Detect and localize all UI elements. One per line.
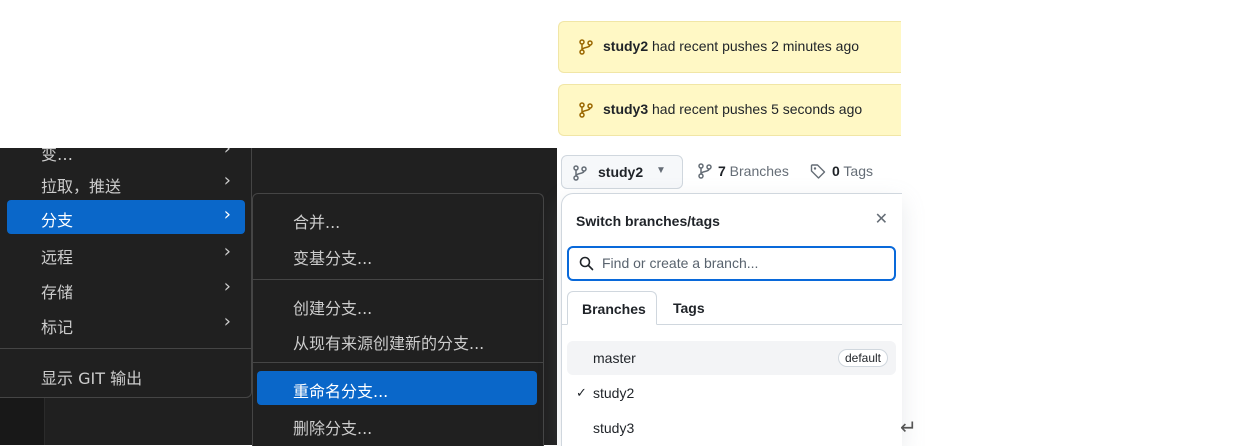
current-branch-name: study2 bbox=[598, 164, 644, 180]
menu-item-tags[interactable]: 标记 › bbox=[7, 307, 245, 341]
recent-push-banner: study2 had recent pushes 2 minutes ago bbox=[558, 21, 901, 73]
submenu-item-rename-branch[interactable]: 重命名分支... bbox=[257, 371, 537, 405]
switch-branches-dropdown: Switch branches/tags ✕ Branches Tags mas… bbox=[561, 193, 902, 446]
banner-message: had recent pushes 2 minutes ago bbox=[648, 38, 860, 54]
chevron-right-icon: › bbox=[223, 204, 231, 225]
git-branch-icon bbox=[579, 102, 593, 118]
branches-label: Branches bbox=[725, 163, 789, 179]
submenu-separator bbox=[253, 362, 543, 363]
branch-selector-button[interactable]: study2 ▼ bbox=[561, 155, 683, 189]
menu-item-branch[interactable]: 分支 › bbox=[7, 200, 245, 234]
branches-link[interactable]: 7 Branches bbox=[698, 163, 789, 179]
menu-item-changes[interactable]: 变… › bbox=[7, 148, 245, 168]
submenu-item-create-branch-from[interactable]: 从现有来源创建新的分支... bbox=[257, 323, 537, 357]
chevron-right-icon: › bbox=[223, 311, 231, 332]
git-branch-icon bbox=[579, 39, 593, 55]
branch-search-field[interactable] bbox=[567, 246, 896, 281]
tab-branches[interactable]: Branches bbox=[567, 291, 657, 325]
tag-icon bbox=[810, 164, 826, 179]
git-branch-icon bbox=[698, 163, 712, 179]
check-icon: ✓ bbox=[576, 385, 587, 400]
search-icon bbox=[579, 256, 594, 271]
git-context-menu: 变… › 拉取，推送 › 分支 › 远程 › 存储 › 标记 › 显示 GIT … bbox=[0, 148, 252, 398]
tags-count: 0 bbox=[832, 163, 840, 179]
submenu-item-label: 变基分支... bbox=[293, 249, 373, 268]
branch-list-item[interactable]: ✓ study2 bbox=[567, 376, 896, 410]
menu-item-label: 远程 bbox=[41, 248, 74, 267]
submenu-item-label: 删除分支... bbox=[293, 419, 373, 438]
branch-name: study3 bbox=[593, 420, 635, 436]
menu-item-stash[interactable]: 存储 › bbox=[7, 272, 245, 306]
dropdown-title: Switch branches/tags bbox=[576, 213, 720, 229]
banner-message: had recent pushes 5 seconds ago bbox=[648, 101, 863, 117]
branch-list-item[interactable]: study3 bbox=[567, 411, 896, 445]
return-arrow-icon: ↵ bbox=[900, 415, 917, 439]
menu-separator bbox=[0, 348, 251, 349]
tab-label: Tags bbox=[673, 300, 705, 316]
recent-push-banner: study3 had recent pushes 5 seconds ago bbox=[558, 84, 901, 136]
branch-list-item[interactable]: master default bbox=[567, 341, 896, 375]
menu-item-show-git-output[interactable]: 显示 GIT 输出 bbox=[7, 358, 245, 392]
submenu-item-create-branch[interactable]: 创建分支... bbox=[257, 288, 537, 322]
submenu-item-label: 从现有来源创建新的分支... bbox=[293, 334, 485, 353]
submenu-item-label: 合并... bbox=[293, 213, 341, 232]
submenu-item-rebase[interactable]: 变基分支... bbox=[257, 238, 537, 272]
git-branch-icon bbox=[573, 165, 587, 181]
banner-text: study3 had recent pushes 5 seconds ago bbox=[603, 101, 862, 117]
menu-item-label: 存储 bbox=[41, 283, 74, 302]
banner-branch-name[interactable]: study3 bbox=[603, 101, 648, 117]
chevron-right-icon: › bbox=[223, 276, 231, 297]
tab-tags[interactable]: Tags bbox=[659, 291, 719, 325]
default-badge: default bbox=[837, 349, 888, 367]
chevron-right-icon: › bbox=[223, 148, 231, 159]
submenu-item-delete-branch[interactable]: 删除分支... bbox=[257, 408, 537, 442]
activity-bar-strip bbox=[0, 395, 45, 445]
tab-label: Branches bbox=[582, 301, 646, 317]
close-icon[interactable]: ✕ bbox=[875, 209, 888, 229]
menu-item-label: 变… bbox=[41, 148, 74, 164]
branch-search-input[interactable] bbox=[602, 255, 882, 271]
menu-item-remote[interactable]: 远程 › bbox=[7, 237, 245, 271]
caret-down-icon: ▼ bbox=[656, 165, 666, 176]
menu-item-label: 分支 bbox=[41, 211, 74, 230]
menu-item-pull-push[interactable]: 拉取，推送 › bbox=[7, 166, 245, 200]
branches-count: 7 bbox=[718, 163, 726, 179]
menu-item-label: 标记 bbox=[41, 318, 74, 337]
chevron-right-icon: › bbox=[223, 241, 231, 262]
banner-branch-name[interactable]: study2 bbox=[603, 38, 648, 54]
banner-text: study2 had recent pushes 2 minutes ago bbox=[603, 38, 859, 54]
menu-item-label: 拉取，推送 bbox=[41, 177, 122, 196]
tags-label: Tags bbox=[839, 163, 874, 179]
tags-link[interactable]: 0 Tags bbox=[810, 163, 873, 179]
submenu-item-merge[interactable]: 合并... bbox=[257, 202, 537, 236]
branch-name: study2 bbox=[593, 385, 635, 401]
submenu-separator bbox=[253, 279, 543, 280]
branch-submenu: 合并... 变基分支... 创建分支... 从现有来源创建新的分支... 重命名… bbox=[252, 193, 544, 446]
menu-item-label: 显示 GIT 输出 bbox=[41, 369, 143, 388]
chevron-right-icon: › bbox=[223, 170, 231, 191]
submenu-item-label: 重命名分支... bbox=[293, 382, 389, 401]
branch-name: master bbox=[593, 350, 636, 366]
submenu-item-label: 创建分支... bbox=[293, 299, 373, 318]
